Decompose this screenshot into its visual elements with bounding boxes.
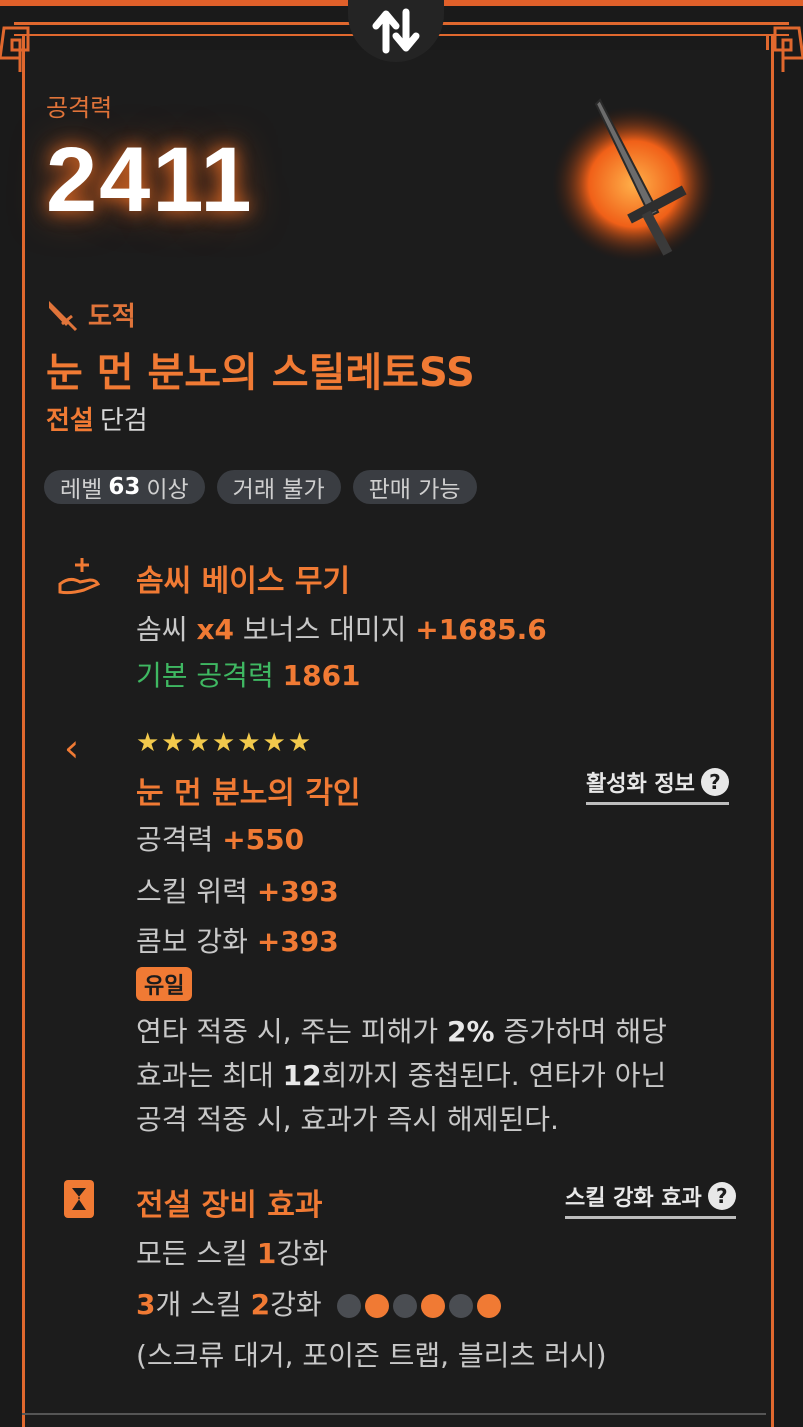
engraving-stars: ★★★★★★★	[136, 728, 314, 758]
tag-suffix: 이상	[146, 477, 189, 503]
engraving-stat-row: 콤보 강화 +393	[136, 920, 339, 960]
desc-text: 효과는 최대	[136, 1059, 283, 1092]
base-attack-value: 1861	[282, 659, 361, 692]
all-skills-line: 모든 스킬 1강화	[136, 1232, 328, 1272]
chevron-left-icon[interactable]: ‹	[64, 726, 79, 770]
skill-enhance-info-label: 스킬 강화 효과	[565, 1186, 702, 1211]
dot-empty	[448, 1294, 473, 1318]
skill-enhance-line: 3개 스킬 2강화	[136, 1283, 501, 1323]
engraving-description: 연타 적중 시, 주는 피해가 2% 증가하며 해당 효과는 최대 12회까지 …	[136, 1010, 746, 1142]
effect-value: 1	[256, 1237, 277, 1270]
item-type: 단검	[99, 406, 148, 436]
class-row: 도적	[46, 296, 136, 333]
base-attack-label: 기본 공격력	[136, 659, 274, 692]
skill-stat-label: 솜씨	[136, 613, 188, 646]
stat-value: +393	[256, 925, 339, 958]
tag-list: 레벨 63 이상 거래 불가 판매 가능	[44, 470, 477, 504]
desc-text: 공격 적중 시, 효과가 즉시 해제된다.	[136, 1103, 559, 1136]
tag-level: 63	[108, 474, 141, 500]
corner-knot-right-icon	[773, 26, 803, 72]
base-weapon-title: 솜씨 베이스 무기	[136, 564, 351, 599]
frame-right-edge	[771, 34, 774, 1427]
desc-text: 회까지 중첩된다. 연타가 아닌	[321, 1059, 667, 1092]
legendary-effect-icon	[64, 1180, 94, 1218]
sell-tag: 판매 가능	[352, 470, 477, 504]
swap-arrows-icon	[372, 8, 420, 54]
multiplier: x4	[196, 613, 234, 646]
thief-class-icon	[49, 300, 78, 331]
help-icon: ?	[700, 768, 729, 796]
divider	[22, 1413, 766, 1415]
rarity-row: 전설 단검	[46, 400, 148, 437]
stat-label: 공격력	[136, 823, 214, 856]
stat-value: +393	[256, 875, 339, 908]
skill-count: 3	[136, 1288, 156, 1321]
help-icon: ?	[707, 1182, 736, 1210]
dot-filled	[420, 1294, 445, 1318]
dot-filled	[364, 1294, 389, 1318]
effect-text: 강화	[270, 1288, 322, 1321]
dot-filled	[476, 1294, 501, 1318]
stat-label: 콤보 강화	[136, 925, 248, 958]
activation-info-link[interactable]: 활성화 정보?	[586, 766, 729, 805]
attack-value: 2411	[46, 129, 254, 231]
class-label: 도적	[88, 302, 136, 332]
base-attack-line: 기본 공격력 1861	[136, 654, 361, 694]
tag-prefix: 레벨	[60, 477, 103, 503]
level-requirement-tag: 레벨 63 이상	[44, 470, 205, 504]
effect-text: 모든 스킬	[136, 1237, 257, 1270]
dagger-item-icon	[552, 98, 716, 262]
enhance-dots	[336, 1294, 501, 1318]
frame-left-edge	[22, 34, 25, 1427]
skill-enhance-info-link[interactable]: 스킬 강화 효과?	[565, 1180, 736, 1219]
rarity-label: 전설	[46, 406, 94, 436]
activation-info-label: 활성화 정보	[586, 772, 695, 797]
hand-sparkle-icon	[58, 558, 101, 595]
legendary-effect-title: 전설 장비 효과	[136, 1188, 323, 1223]
dot-empty	[392, 1294, 417, 1318]
bonus-damage-line: 솜씨 x4 보너스 대미지 +1685.6	[136, 608, 547, 648]
attack-label: 공격력	[46, 94, 113, 122]
engraving-title: 눈 먼 분노의 각인	[136, 776, 361, 811]
skill-list-line: (스크류 대거, 포이즌 트랩, 블리츠 러시)	[136, 1339, 607, 1372]
bonus-damage-label: 보너스 대미지	[242, 613, 407, 646]
item-name: 눈 먼 분노의 스틸레토SS	[46, 350, 475, 396]
engraving-stat-row: 공격력 +550	[136, 818, 304, 858]
engraving-stat-row: 스킬 위력 +393	[136, 870, 339, 910]
unique-badge: 유일	[136, 967, 193, 1001]
dot-empty	[336, 1294, 361, 1318]
effect-text: 개 스킬	[155, 1288, 251, 1321]
effect-text: 강화	[276, 1237, 328, 1270]
desc-value: 2%	[447, 1015, 495, 1048]
trade-tag: 거래 불가	[216, 470, 341, 504]
desc-text: 연타 적중 시, 주는 피해가	[136, 1015, 448, 1048]
bonus-damage-value: +1685.6	[415, 613, 547, 646]
corner-knot-left-icon	[0, 26, 30, 72]
desc-text: 증가하며 해당	[494, 1015, 667, 1048]
enhance-level: 2	[250, 1288, 271, 1321]
stat-value: +550	[222, 823, 305, 856]
stat-label: 스킬 위력	[136, 875, 248, 908]
desc-value: 12	[282, 1059, 322, 1092]
